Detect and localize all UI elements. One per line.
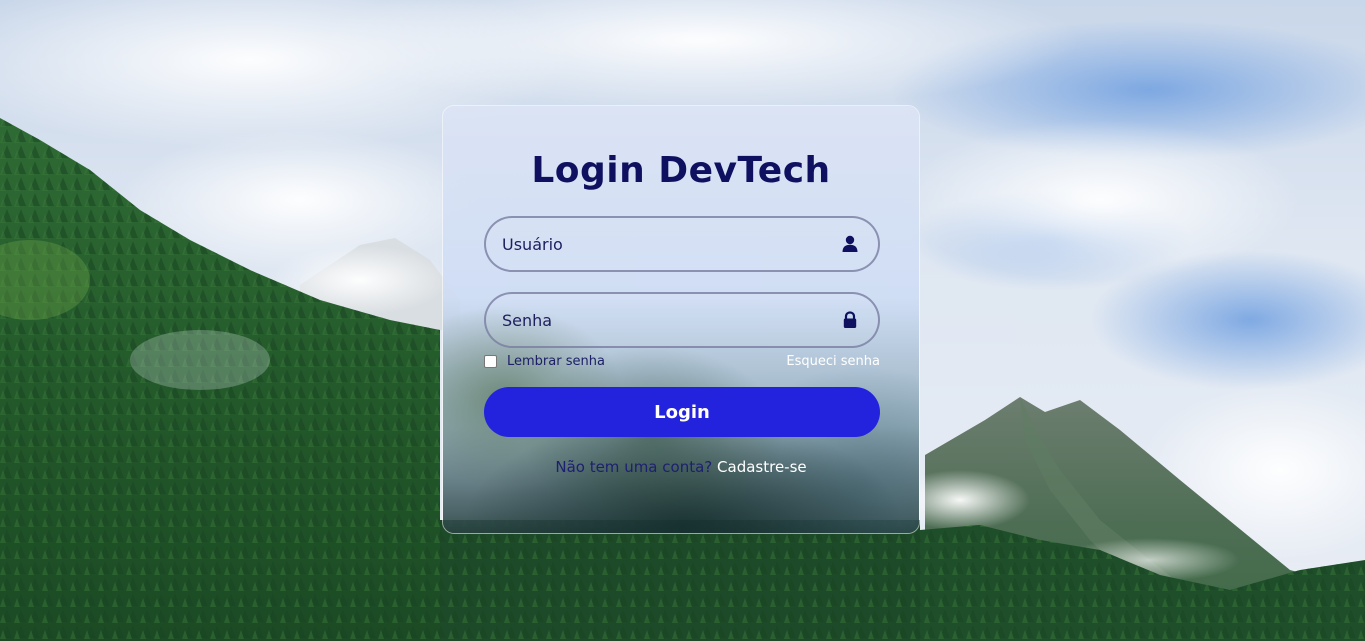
username-input[interactable] xyxy=(502,218,822,270)
remember-label: Lembrar senha xyxy=(507,354,605,369)
forgot-password-link[interactable]: Esqueci senha xyxy=(786,354,880,369)
remember-checkbox[interactable] xyxy=(484,355,497,368)
register-link[interactable]: Cadastre-se xyxy=(717,458,807,476)
lock-icon xyxy=(840,310,860,330)
login-title: Login DevTech xyxy=(531,150,831,191)
remember-password[interactable]: Lembrar senha xyxy=(484,354,605,369)
user-icon xyxy=(840,234,860,254)
password-input[interactable] xyxy=(502,294,822,346)
login-card: Login DevTech Lembrar senh xyxy=(442,105,920,534)
username-field[interactable] xyxy=(484,216,880,272)
login-button[interactable]: Login xyxy=(484,387,880,437)
no-account-text: Não tem uma conta? xyxy=(555,458,713,476)
login-options: Lembrar senha Esqueci senha xyxy=(484,354,880,374)
register-prompt: Não tem uma conta? Cadastre-se xyxy=(443,458,919,476)
password-field[interactable] xyxy=(484,292,880,348)
